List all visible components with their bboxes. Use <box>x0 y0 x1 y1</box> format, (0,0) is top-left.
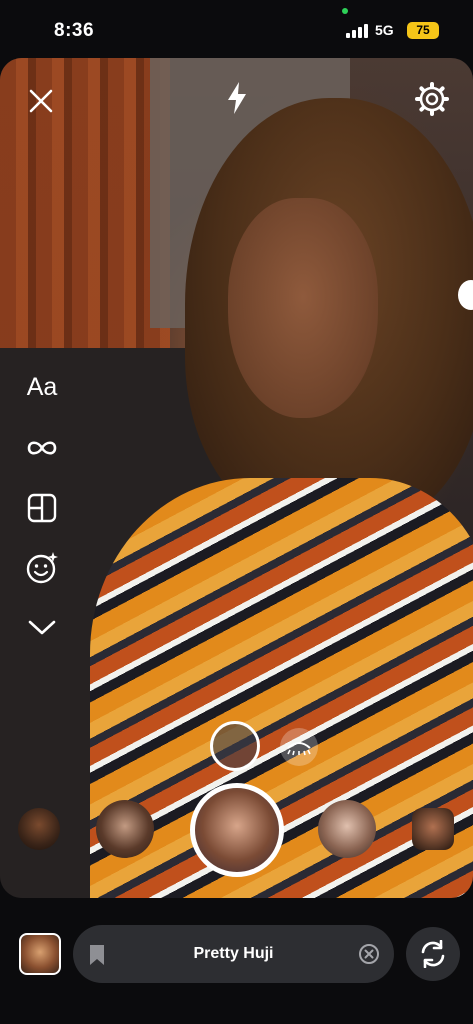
network-type: 5G <box>375 22 394 38</box>
status-bar: 8:36 5G 75 <box>0 0 473 58</box>
eye-effect-icon[interactable] <box>280 728 318 766</box>
chevron-down-icon[interactable] <box>22 610 62 646</box>
effect-name-label: Pretty Huji <box>193 945 274 962</box>
text-tool-button[interactable]: Aa <box>22 369 62 405</box>
effect-thumbnail[interactable] <box>412 808 454 850</box>
flip-camera-button[interactable] <box>406 927 460 981</box>
effect-thumbnail[interactable] <box>18 808 60 850</box>
effect-thumbnail[interactable] <box>96 800 154 858</box>
infinity-icon[interactable] <box>22 430 62 466</box>
face-effect-icon[interactable] <box>22 550 62 586</box>
gallery-thumbnail[interactable] <box>19 933 61 975</box>
flip-camera-icon <box>421 940 445 968</box>
camera-in-use-indicator <box>342 8 348 14</box>
capture-mode-toggle[interactable] <box>210 721 260 771</box>
effect-thumbnail[interactable] <box>318 800 376 858</box>
camera-viewfinder[interactable] <box>0 58 473 898</box>
layout-icon[interactable] <box>22 490 62 526</box>
signal-icon <box>346 24 370 38</box>
clear-effect-icon[interactable] <box>358 943 380 965</box>
close-icon[interactable] <box>24 84 58 118</box>
gear-icon[interactable] <box>413 80 451 118</box>
subject-face <box>228 198 378 418</box>
battery-level: 75 <box>407 22 439 39</box>
status-time: 8:36 <box>54 20 95 41</box>
flash-icon[interactable] <box>220 80 254 116</box>
shutter-button[interactable] <box>190 783 284 877</box>
